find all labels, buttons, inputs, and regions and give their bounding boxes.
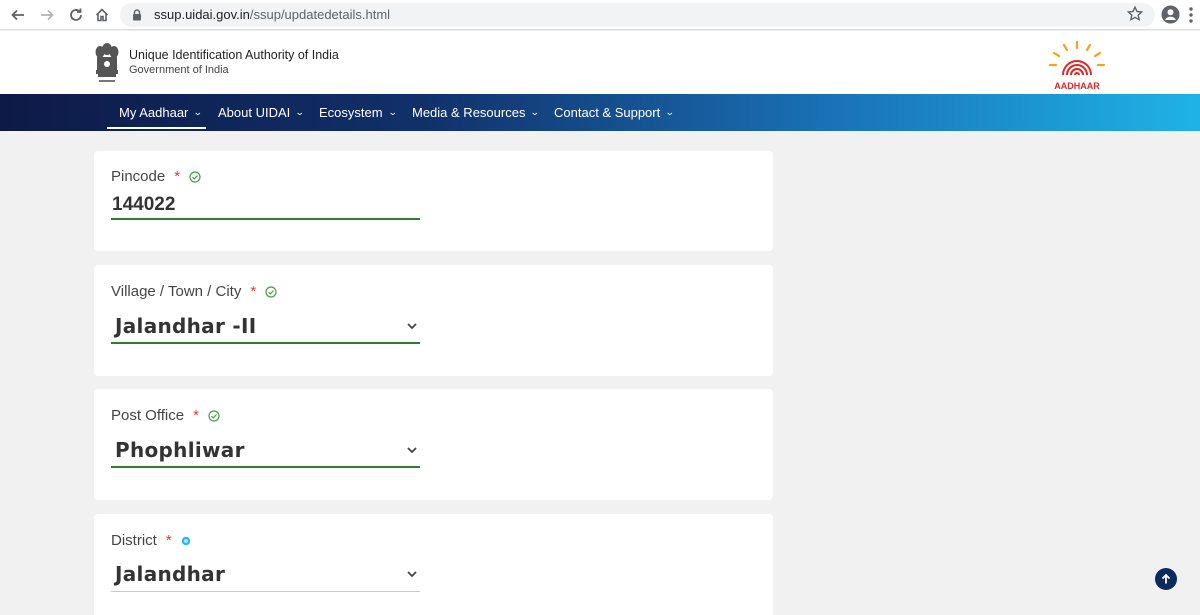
forward-arrow-icon[interactable] [37, 5, 57, 25]
district-underline [111, 591, 420, 592]
nav-about-uidai[interactable]: About UIDAI ⌄ [218, 94, 305, 131]
check-circle-icon [189, 170, 201, 183]
home-icon[interactable] [92, 5, 112, 25]
chevron-down-icon: ⌄ [665, 107, 675, 117]
pincode-label-text: Pincode [111, 168, 166, 185]
city-label: Village / Town / City * [111, 283, 277, 300]
check-circle-icon [265, 285, 277, 298]
pincode-input[interactable]: 144022 [111, 194, 420, 216]
post-office-card: Post Office * Phophliwar [94, 389, 773, 500]
required-asterisk: * [165, 532, 172, 549]
nav-active-indicator [107, 127, 206, 129]
required-asterisk: * [193, 407, 199, 424]
district-card: District * Jalandhar [94, 514, 773, 615]
nav-contact-support[interactable]: Contact & Support ⌄ [554, 94, 675, 131]
pincode-label: Pincode * [111, 168, 201, 185]
city-label-text: Village / Town / City [111, 283, 242, 300]
site-header: Unique Identification Authority of India… [0, 31, 1200, 94]
main-navigation: My Aadhaar ⌄ About UIDAI ⌄ Ecosystem ⌄ Medi… [0, 94, 1200, 131]
national-emblem-icon [95, 43, 119, 82]
nav-my-aadhaar[interactable]: My Aadhaar ⌄ [119, 94, 204, 131]
post-office-select[interactable]: Phophliwar [111, 438, 420, 462]
district-select[interactable]: Jalandhar [111, 562, 420, 586]
url-domain: ssup.uidai.gov.in [154, 7, 250, 22]
nav-label: My Aadhaar [119, 105, 189, 120]
reload-icon[interactable] [66, 5, 86, 25]
more-menu-icon[interactable] [1188, 6, 1194, 24]
chevron-down-icon: ⌄ [387, 107, 398, 117]
pincode-underline [111, 218, 420, 220]
url-text[interactable]: ssup.uidai.gov.in/ssup/updatedetails.htm… [154, 7, 390, 22]
bookmark-star-icon[interactable] [1126, 5, 1144, 23]
org-name: Unique Identification Authority of India [129, 48, 339, 62]
city-select[interactable]: Jalandhar -II [111, 314, 420, 338]
nav-label: Ecosystem [319, 105, 383, 120]
chevron-down-icon[interactable] [406, 570, 418, 578]
chevron-down-icon[interactable] [406, 322, 418, 330]
loading-dot-icon [181, 536, 190, 545]
city-card: Village / Town / City * Jalandhar -II [94, 265, 773, 376]
browser-toolbar: ssup.uidai.gov.in/ssup/updatedetails.htm… [0, 0, 1200, 30]
chevron-down-icon[interactable] [406, 446, 418, 454]
arrow-up-icon [1161, 573, 1171, 584]
nav-label: Media & Resources [412, 105, 526, 120]
check-circle-icon [208, 409, 220, 422]
district-label: District * [111, 532, 191, 549]
post-office-label-text: Post Office [111, 407, 185, 424]
profile-icon[interactable] [1161, 5, 1180, 24]
city-underline [111, 342, 420, 344]
required-asterisk: * [250, 283, 257, 300]
post-office-underline [111, 466, 420, 468]
back-arrow-icon[interactable] [8, 5, 28, 25]
lock-icon[interactable] [130, 8, 144, 22]
aadhaar-logo-text: AADHAAR [1054, 81, 1100, 91]
pincode-card: Pincode * 144022 [94, 151, 773, 251]
nav-ecosystem[interactable]: Ecosystem ⌄ [319, 94, 398, 131]
url-path: /ssup/updatedetails.html [249, 7, 391, 22]
chevron-down-icon: ⌄ [295, 107, 305, 117]
scroll-to-top-button[interactable] [1155, 568, 1177, 590]
gov-name: Government of India [129, 64, 229, 76]
post-office-label: Post Office * [111, 407, 220, 424]
chevron-down-icon: ⌄ [530, 107, 541, 117]
district-label-text: District [111, 532, 157, 549]
aadhaar-logo[interactable]: AADHAAR [1042, 37, 1112, 93]
required-asterisk: * [174, 168, 181, 185]
nav-media-resources[interactable]: Media & Resources ⌄ [412, 94, 541, 131]
nav-label: Contact & Support [554, 105, 661, 120]
chevron-down-icon: ⌄ [193, 107, 204, 117]
nav-label: About UIDAI [218, 105, 291, 120]
